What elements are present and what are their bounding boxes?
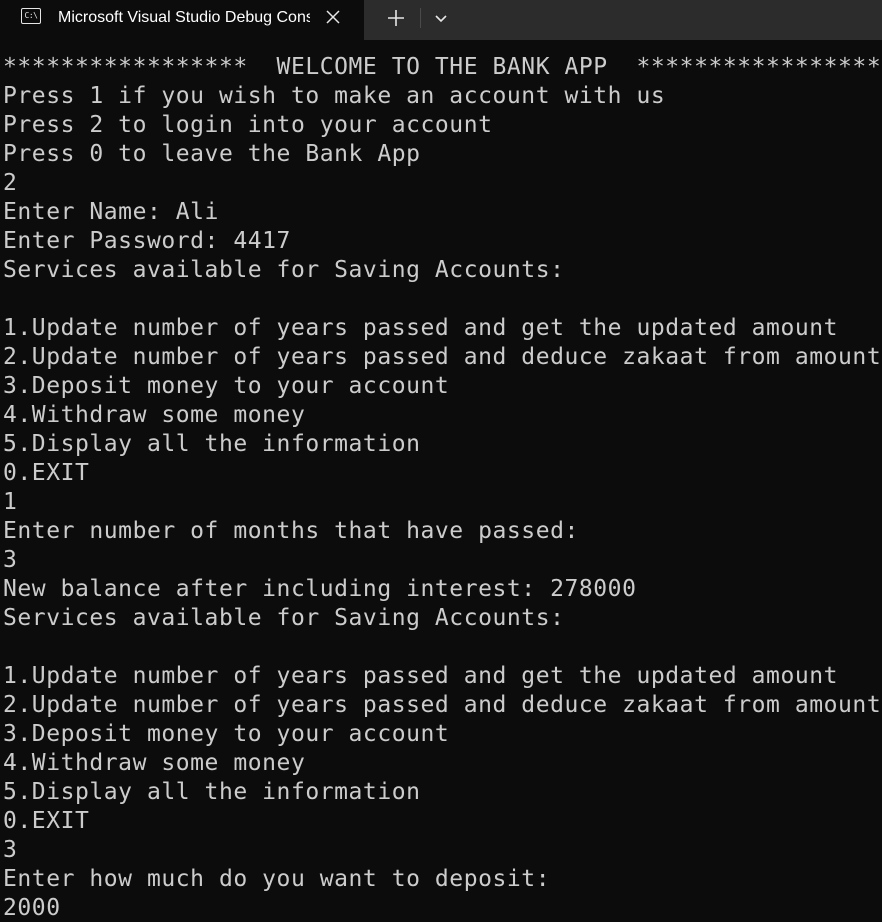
console-line: 2 <box>3 170 18 196</box>
console-line: 1.Update number of years passed and get … <box>3 663 839 689</box>
terminal-window: C:\ Microsoft Visual Studio Debug Consol… <box>0 0 882 922</box>
console-line: ***************** WELCOME TO THE BANK AP… <box>3 54 879 80</box>
console-line: 4.Withdraw some money <box>3 750 306 776</box>
console-line: Enter Name: Ali <box>3 199 219 225</box>
console-line: Enter Password: 4417 <box>3 228 291 254</box>
console-line: Press 1 if you wish to make an account w… <box>3 83 666 109</box>
console-line: 3 <box>3 547 18 573</box>
console-line: Services available for Saving Accounts: <box>3 257 565 283</box>
console-line: 1 <box>3 489 18 515</box>
console-line: 5.Display all the information <box>3 431 421 457</box>
console-line: 2.Update number of years passed and dedu… <box>3 692 879 718</box>
console-output[interactable]: ***************** WELCOME TO THE BANK AP… <box>3 53 879 922</box>
console-line: Enter how much do you want to deposit: <box>3 866 551 892</box>
console-line: 1.Update number of years passed and get … <box>3 315 839 341</box>
console-line: 3 <box>3 837 18 863</box>
console-line: Press 0 to leave the Bank App <box>3 141 421 167</box>
console-line: 0.EXIT <box>3 460 90 486</box>
console-line: 5.Display all the information <box>3 779 421 805</box>
console-icon: C:\ <box>21 8 41 24</box>
plus-icon[interactable] <box>382 4 410 32</box>
console-line: 3.Deposit money to your account <box>3 373 450 399</box>
console-line: Enter number of months that have passed: <box>3 518 579 544</box>
console-line: 2000 <box>3 895 61 921</box>
close-icon[interactable] <box>321 5 345 29</box>
chevron-down-icon[interactable] <box>428 4 454 32</box>
tab-title: Microsoft Visual Studio Debug Console <box>58 9 310 26</box>
console-line: 2.Update number of years passed and dedu… <box>3 344 879 370</box>
tab-separator <box>420 8 421 28</box>
console-line: New balance after including interest: 27… <box>3 576 637 602</box>
console-line: 4.Withdraw some money <box>3 402 306 428</box>
console-line: Services available for Saving Accounts: <box>3 605 565 631</box>
tab-bar: C:\ Microsoft Visual Studio Debug Consol… <box>0 0 882 40</box>
console-line: 3.Deposit money to your account <box>3 721 450 747</box>
console-line: 0.EXIT <box>3 808 90 834</box>
console-line: Press 2 to login into your account <box>3 112 493 138</box>
tab-debug-console[interactable]: C:\ Microsoft Visual Studio Debug Consol… <box>0 0 364 40</box>
